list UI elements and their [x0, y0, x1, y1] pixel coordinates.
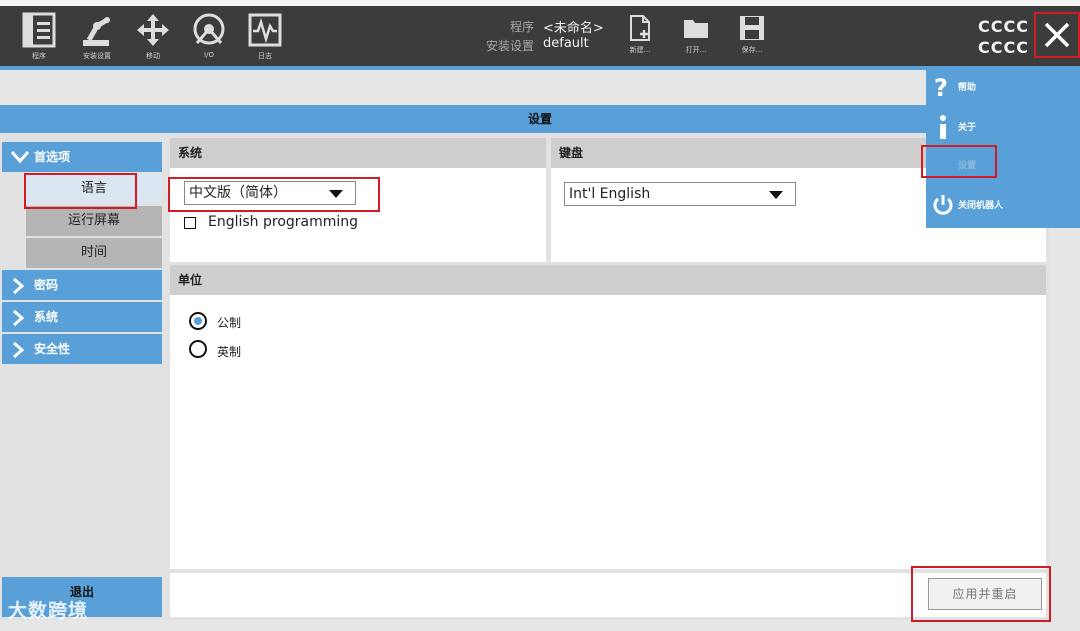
chevron-right-icon: [13, 309, 25, 327]
sidebar-item-system[interactable]: 系统: [2, 302, 162, 332]
sidebar-item-safety[interactable]: 安全性: [2, 334, 162, 364]
sidebar-item-label: 安全性: [34, 342, 71, 356]
page-title: 设置: [0, 105, 1080, 133]
nav-log-button[interactable]: 日志: [242, 12, 288, 64]
chevron-down-icon: [10, 151, 30, 164]
nav-program-button[interactable]: 程序: [16, 12, 62, 64]
toolbar-divider: [0, 66, 1080, 70]
installation-label: 安装设置: [485, 39, 534, 53]
chevron-right-icon: [13, 277, 25, 295]
nav-move-button[interactable]: 移动: [130, 12, 176, 64]
menu-item-help[interactable]: ? 帮助: [932, 70, 1078, 110]
radio-imperial[interactable]: [189, 340, 207, 358]
units-panel-header: 单位: [170, 265, 1046, 295]
chevron-right-icon: [13, 341, 25, 359]
log-icon: [248, 13, 282, 47]
close-menu-button[interactable]: [1034, 12, 1080, 58]
radio-metric-label: 公制: [217, 316, 242, 330]
radio-metric[interactable]: [189, 312, 207, 330]
menu-item-shutdown[interactable]: 关闭机器人: [932, 190, 1078, 230]
installation-name-value: default: [543, 36, 589, 51]
power-icon: [933, 195, 953, 215]
dropdown-arrow-icon: [769, 191, 783, 199]
menu-item-label: 帮助: [958, 83, 977, 93]
sidebar-item-label: 首选项: [34, 150, 71, 164]
english-programming-label: English programming: [208, 214, 359, 230]
nav-log-label: 日志: [258, 52, 272, 60]
menu-item-label: 关于: [958, 123, 977, 133]
sidebar-item-password[interactable]: 密码: [2, 270, 162, 300]
save-file-label: 保存...: [741, 46, 763, 54]
nav-move-label: 移动: [146, 52, 160, 60]
help-icon: ?: [934, 74, 948, 102]
status-text-line1: CCCC: [978, 17, 1029, 36]
save-icon: [740, 16, 764, 40]
english-programming-checkbox[interactable]: [184, 217, 196, 229]
new-file-label: 新建...: [629, 46, 651, 54]
highlight-language-dropdown: [168, 177, 380, 212]
units-panel: 单位: [170, 265, 1046, 569]
highlight-apply-button: [911, 566, 1051, 622]
system-panel-header: 系统: [170, 138, 546, 168]
menu-item-about[interactable]: 关于: [932, 110, 1078, 150]
close-icon: [1044, 22, 1070, 48]
keyboard-dropdown[interactable]: Int'l English: [564, 182, 796, 206]
open-file-button[interactable]: 打开...: [670, 14, 722, 55]
nav-program-label: 程序: [32, 52, 46, 60]
top-strip: [0, 0, 1080, 6]
sidebar-subitem-time[interactable]: 时间: [26, 238, 162, 268]
nav-io-button[interactable]: I/O: [186, 12, 232, 64]
info-icon: [940, 115, 946, 139]
io-icon: [193, 13, 225, 45]
program-label: 程序: [509, 20, 534, 34]
nav-io-label: I/O: [204, 51, 214, 59]
nav-installation-button[interactable]: 安装设置: [74, 12, 120, 64]
move-arrows-icon: [137, 14, 169, 46]
program-name-value: <未命名>: [543, 21, 604, 36]
folder-icon: [684, 20, 708, 38]
new-file-button[interactable]: 新建...: [614, 14, 666, 55]
watermark-text: 大数跨境: [8, 600, 89, 622]
highlight-settings-menu: [921, 145, 997, 178]
menu-item-label: 关闭机器人: [958, 201, 1004, 211]
radio-imperial-label: 英制: [217, 345, 242, 359]
nav-installation-label: 安装设置: [83, 52, 111, 60]
status-text-line2: CCCC: [978, 38, 1029, 57]
robot-arm-icon: [83, 17, 110, 46]
program-icon: [22, 12, 56, 48]
sidebar-item-label: 系统: [34, 310, 59, 324]
sidebar-item-preferences[interactable]: 首选项: [2, 142, 162, 172]
open-file-label: 打开...: [685, 46, 707, 54]
save-file-button[interactable]: 保存...: [726, 14, 778, 55]
keyboard-selected-value: Int'l English: [569, 186, 651, 202]
new-file-icon: [630, 15, 650, 41]
highlight-language: [24, 173, 137, 209]
sidebar-item-label: 密码: [34, 278, 59, 292]
sidebar-subitem-run-screen[interactable]: 运行屏幕: [26, 206, 162, 236]
